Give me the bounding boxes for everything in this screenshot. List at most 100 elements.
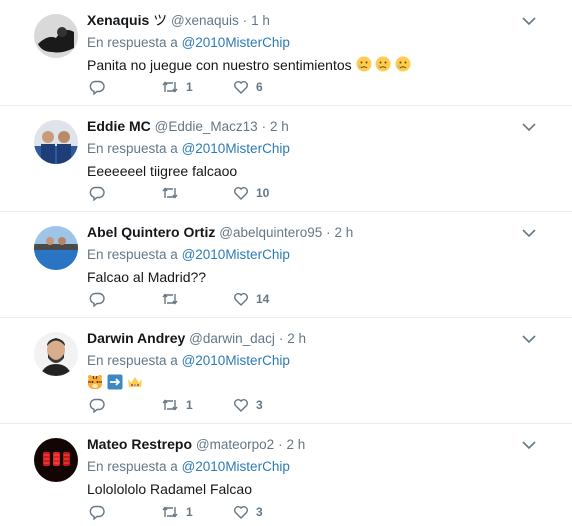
retweet-button[interactable]: 1 [161,79,233,95]
retweet-icon [162,81,178,93]
heart-icon [234,506,248,519]
tweet-text: Lololololo Radamel Falcao [87,481,252,497]
like-button[interactable]: 3 [233,397,305,413]
retweet-icon [162,187,178,199]
timestamp[interactable]: 2 h [287,331,306,346]
reply-icon [89,398,105,413]
avatar[interactable] [34,14,78,58]
reply-to-mention[interactable]: @2010MisterChip [182,459,290,474]
in-reply-to: En respuesta a @2010MisterChip [87,245,532,265]
tweet-header: Xenaquis ツ @xenaquis · 1 h [87,10,532,31]
in-reply-to: En respuesta a @2010MisterChip [87,33,532,53]
tweet-text: Falcao al Madrid?? [87,269,207,285]
reply-button[interactable] [89,397,161,413]
avatar[interactable] [34,332,78,376]
like-count: 3 [256,398,263,412]
reply-button[interactable] [89,79,161,95]
in-reply-to: En respuesta a @2010MisterChip [87,351,532,371]
separator-dot: · [242,13,248,28]
reply-to-mention[interactable]: @2010MisterChip [182,35,290,50]
tweet-content: Abel Quintero Ortiz @abelquintero95 · 2 … [87,222,532,287]
reply-to-mention[interactable]: @2010MisterChip [182,247,290,262]
chevron-down-icon[interactable] [522,122,536,132]
timestamp[interactable]: 2 h [286,437,305,452]
heart-icon [234,187,248,200]
like-button[interactable]: 10 [233,185,305,201]
avatar[interactable] [34,438,78,482]
reply-button[interactable] [89,291,161,307]
reply-icon [89,186,105,201]
display-name[interactable]: Mateo Restrepo [87,436,192,452]
crying-face-icon [375,56,391,77]
tiger-face-icon [87,374,103,395]
heart-icon [234,81,248,94]
separator-dot: · [261,119,267,134]
crying-face-icon [356,56,372,77]
retweet-button[interactable] [161,291,233,307]
reply-button[interactable] [89,185,161,201]
reply-tweet[interactable]: Xenaquis ツ @xenaquis · 1 h En respuesta … [0,0,572,106]
display-name[interactable]: Darwin Andrey [87,330,185,346]
reply-prefix: En respuesta a [87,353,178,368]
retweet-button[interactable] [161,185,233,201]
tweet-actions: 1 3 [89,395,305,415]
chevron-down-icon[interactable] [522,334,536,344]
reply-tweet[interactable]: Eddie MC @Eddie_Macz13 · 2 h En respuest… [0,106,572,212]
user-handle[interactable]: @darwin_dacj [189,331,275,346]
replies-feed: Xenaquis ツ @xenaquis · 1 h En respuesta … [0,0,572,526]
separator-dot: · [326,225,331,240]
crying-face-icon [395,56,411,77]
tweet-header: Mateo Restrepo @mateorpo2 · 2 h [87,434,532,455]
reply-tweet[interactable]: Mateo Restrepo @mateorpo2 · 2 h En respu… [0,424,572,526]
user-handle[interactable]: @Eddie_Macz13 [155,119,258,134]
retweet-icon [162,293,178,305]
separator-dot: · [278,331,284,346]
display-name[interactable]: Eddie MC [87,118,151,134]
display-name[interactable]: Xenaquis [87,12,149,28]
tweet-actions: 14 [89,289,305,309]
user-handle[interactable]: @xenaquis [171,13,239,28]
chevron-down-icon[interactable] [522,440,536,450]
reply-icon [89,505,105,520]
like-button[interactable]: 3 [233,504,305,520]
like-count: 3 [256,505,263,519]
reply-to-mention[interactable]: @2010MisterChip [182,141,290,156]
like-count: 6 [256,80,263,94]
timestamp[interactable]: 1 h [251,13,270,28]
reply-prefix: En respuesta a [87,247,178,262]
like-button[interactable]: 6 [233,79,305,95]
timestamp[interactable]: 2 h [270,119,289,134]
tweet-text: Eeeeeeel tiigree falcaoo [87,163,238,179]
tweet-actions: 10 [89,183,305,203]
display-name[interactable]: Abel Quintero Ortiz [87,224,215,240]
timestamp[interactable]: 2 h [335,225,354,240]
name-suffix: ツ [153,12,168,28]
retweet-count: 1 [186,398,193,412]
crown-icon [127,374,143,395]
tweet-text [87,373,532,395]
user-handle[interactable]: @abelquintero95 [219,225,322,240]
like-count: 14 [256,292,270,306]
retweet-icon [162,506,178,518]
tweet-actions: 1 3 [89,502,305,522]
reply-to-mention[interactable]: @2010MisterChip [182,353,290,368]
reply-prefix: En respuesta a [87,141,178,156]
reply-tweet[interactable]: Darwin Andrey @darwin_dacj · 2 h En resp… [0,318,572,424]
retweet-button[interactable]: 1 [161,504,233,520]
reply-tweet[interactable]: Abel Quintero Ortiz @abelquintero95 · 2 … [0,212,572,318]
right-arrow-icon [107,374,123,395]
reply-prefix: En respuesta a [87,35,178,50]
chevron-down-icon[interactable] [522,16,536,26]
heart-icon [234,293,248,306]
tweet-content: Darwin Andrey @darwin_dacj · 2 h En resp… [87,328,532,395]
tweet-actions: 1 6 [89,77,305,97]
user-handle[interactable]: @mateorpo2 [196,437,274,452]
retweet-button[interactable]: 1 [161,397,233,413]
avatar[interactable] [34,120,78,164]
avatar[interactable] [34,226,78,270]
like-count: 10 [256,186,270,200]
reply-button[interactable] [89,504,161,520]
chevron-down-icon[interactable] [522,228,536,238]
tweet-header: Eddie MC @Eddie_Macz13 · 2 h [87,116,532,137]
like-button[interactable]: 14 [233,291,305,307]
